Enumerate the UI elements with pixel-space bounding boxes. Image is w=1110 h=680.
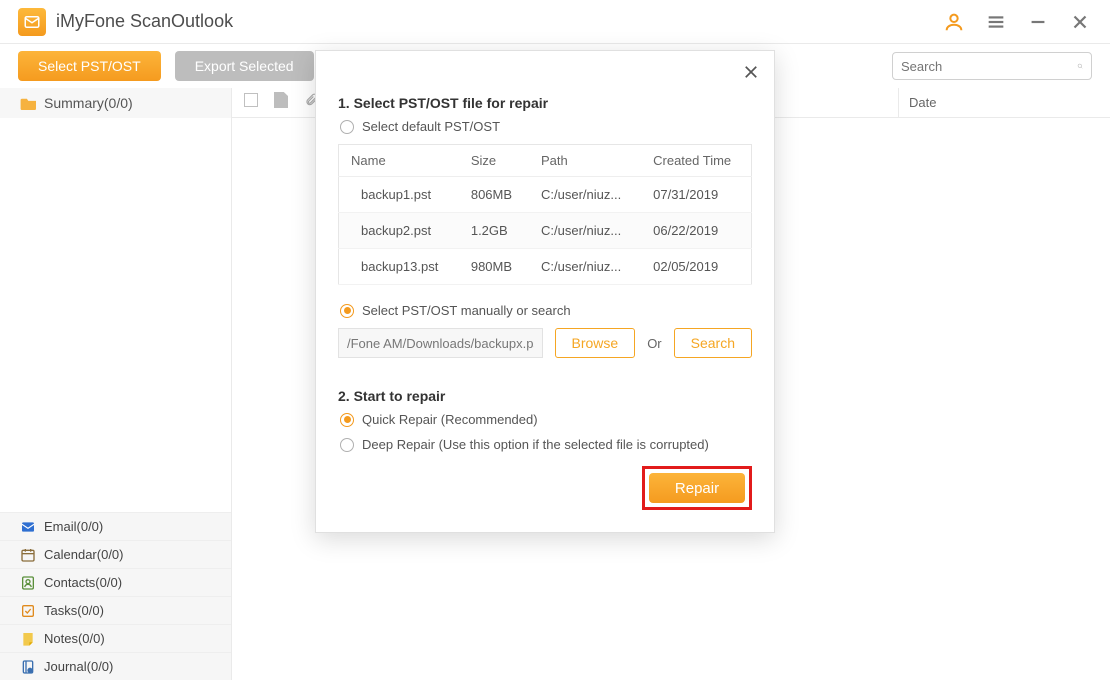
or-text: Or — [647, 336, 661, 351]
radio-label: Deep Repair (Use this option if the sele… — [362, 437, 709, 452]
select-file-modal: 1. Select PST/OST file for repair Select… — [315, 50, 775, 533]
manual-path-input[interactable] — [338, 328, 543, 358]
th-created[interactable]: Created Time — [641, 145, 751, 177]
radio-quick-repair[interactable]: Quick Repair (Recommended) — [340, 412, 752, 427]
modal-backdrop: 1. Select PST/OST file for repair Select… — [0, 0, 1110, 680]
repair-button[interactable]: Repair — [649, 473, 745, 503]
search-button[interactable]: Search — [674, 328, 752, 358]
repair-highlight-box: Repair — [642, 466, 752, 510]
radio-select-manual[interactable]: Select PST/OST manually or search — [340, 303, 752, 318]
radio-label: Quick Repair (Recommended) — [362, 412, 538, 427]
table-row[interactable]: backup13.pst 980MB C:/user/niuz... 02/05… — [339, 249, 752, 285]
step2-heading: 2. Start to repair — [338, 388, 752, 404]
radio-icon — [340, 413, 354, 427]
radio-deep-repair[interactable]: Deep Repair (Use this option if the sele… — [340, 437, 752, 452]
radio-icon — [340, 438, 354, 452]
th-size[interactable]: Size — [459, 145, 529, 177]
th-name[interactable]: Name — [339, 145, 459, 177]
radio-icon — [340, 120, 354, 134]
radio-icon — [340, 304, 354, 318]
browse-button[interactable]: Browse — [555, 328, 636, 358]
radio-label: Select default PST/OST — [362, 119, 500, 134]
table-row[interactable]: backup1.pst 806MB C:/user/niuz... 07/31/… — [339, 177, 752, 213]
table-row[interactable]: backup2.pst 1.2GB C:/user/niuz... 06/22/… — [339, 213, 752, 249]
radio-select-default[interactable]: Select default PST/OST — [340, 119, 752, 134]
pst-file-table: Name Size Path Created Time backup1.pst … — [338, 144, 752, 285]
radio-label: Select PST/OST manually or search — [362, 303, 571, 318]
th-path[interactable]: Path — [529, 145, 641, 177]
step1-heading: 1. Select PST/OST file for repair — [338, 95, 752, 111]
modal-close-icon[interactable] — [738, 59, 764, 85]
